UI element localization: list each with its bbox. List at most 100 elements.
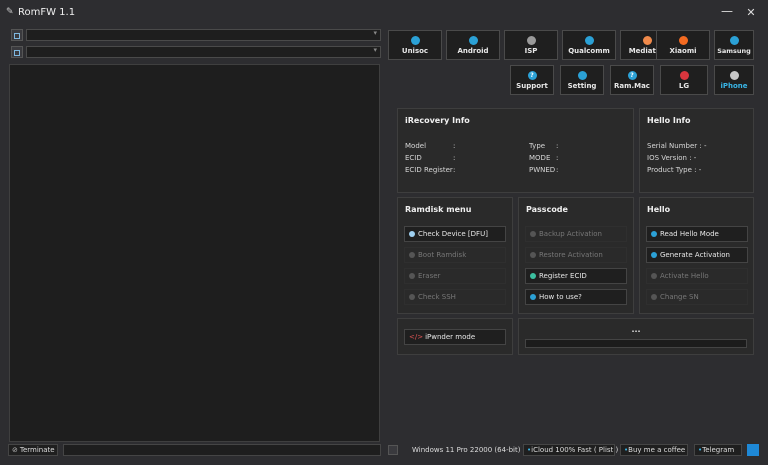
icloud-fast-link[interactable]: •iCloud 100% Fast ( Plist )	[523, 444, 619, 456]
ecid-register-label: ECID Register	[405, 166, 453, 174]
setting-icon	[577, 71, 587, 80]
read-icon	[651, 231, 657, 237]
tile-android[interactable]: Android	[446, 30, 500, 60]
port-select[interactable]: ▾	[26, 29, 381, 41]
tile-label: Unisoc	[401, 47, 429, 55]
hello-info-title: Hello Info	[647, 116, 691, 125]
restore-activation-button[interactable]: Restore Activation	[525, 247, 627, 263]
button-label: Check Device [DFU]	[418, 230, 488, 238]
tile-isp[interactable]: ISP	[504, 30, 558, 60]
button-label: Eraser	[418, 272, 441, 280]
link-label: Buy me a coffee	[628, 446, 686, 454]
button-label: Register ECID	[539, 272, 587, 280]
refresh-icon	[409, 252, 415, 258]
tile-ram-mac[interactable]: ? Ram.Mac	[610, 65, 654, 95]
tile-label: Setting	[567, 82, 597, 90]
apple-icon	[729, 71, 739, 80]
activate-hello-button[interactable]: Activate Hello	[646, 268, 748, 284]
ramdisk-menu-title: Ramdisk menu	[405, 205, 472, 214]
link-label: iCloud 100% Fast ( Plist )	[531, 446, 619, 454]
tile-iphone[interactable]: iPhone	[714, 65, 754, 95]
hello-title: Hello	[647, 205, 671, 214]
log-output[interactable]	[9, 64, 380, 442]
read-hello-mode-button[interactable]: Read Hello Mode	[646, 226, 748, 242]
tile-label: Android	[457, 47, 489, 55]
model-value: :	[453, 142, 456, 150]
combo2-refresh-button[interactable]	[11, 46, 23, 58]
irecovery-info-title: iRecovery Info	[405, 116, 470, 125]
tile-support[interactable]: ? Support	[510, 65, 554, 95]
button-label: How to use?	[539, 293, 582, 301]
ramdisk-menu-panel: Ramdisk menu Check Device [DFU] Boot Ram…	[397, 197, 513, 314]
os-info: Windows 11 Pro 22000 (64-bit)	[412, 446, 521, 454]
tile-unisoc[interactable]: Unisoc	[388, 30, 442, 60]
backup-icon	[530, 231, 536, 237]
register-icon	[530, 273, 536, 279]
tile-label: Ram.Mac	[614, 82, 650, 90]
lg-icon	[679, 71, 689, 80]
ecid-value: :	[453, 154, 456, 162]
mode-label: MODE	[529, 154, 551, 162]
button-label: Generate Activation	[660, 251, 730, 259]
accent-square-button[interactable]	[747, 444, 759, 456]
model-select[interactable]: ▾	[26, 46, 381, 58]
combo1-refresh-button[interactable]	[11, 29, 23, 41]
tile-samsung[interactable]: Samsung	[714, 30, 754, 60]
serial-number-row: Serial Number : -	[647, 142, 707, 150]
close-button[interactable]: ✕	[742, 4, 760, 22]
buy-me-a-coffee-link[interactable]: •Buy me a coffee	[620, 444, 688, 456]
unisoc-icon	[410, 36, 420, 45]
activate-icon	[651, 273, 657, 279]
tile-setting[interactable]: Setting	[560, 65, 604, 95]
generate-activation-button[interactable]: Generate Activation	[646, 247, 748, 263]
irecovery-info-panel: iRecovery Info Model : ECID : ECID Regis…	[397, 108, 634, 193]
tile-xiaomi[interactable]: Xiaomi	[656, 30, 710, 60]
register-ecid-button[interactable]: Register ECID	[525, 268, 627, 284]
check-ssh-button[interactable]: Check SSH	[404, 289, 506, 305]
android-icon	[468, 36, 478, 45]
check-device-dfu-button[interactable]: Check Device [DFU]	[404, 226, 506, 242]
tile-lg[interactable]: LG	[660, 65, 708, 95]
button-label: Activate Hello	[660, 272, 709, 280]
change-sn-button[interactable]: Change SN	[646, 289, 748, 305]
minimize-button[interactable]: —	[718, 4, 736, 22]
mode-value: :	[556, 154, 559, 162]
ipwnder-mode-button[interactable]: </> iPwnder mode	[404, 329, 506, 345]
title-bar	[0, 0, 768, 26]
type-value: :	[556, 142, 559, 150]
eraser-button[interactable]: Eraser	[404, 268, 506, 284]
progress-bar	[525, 339, 747, 348]
status-text-field	[63, 444, 381, 456]
restore-icon	[530, 252, 536, 258]
progress-panel: ...	[518, 318, 754, 355]
pwned-value: :	[556, 166, 559, 174]
how-to-use-button[interactable]: How to use?	[525, 289, 627, 305]
boot-ramdisk-button[interactable]: Boot Ramdisk	[404, 247, 506, 263]
hello-panel: Hello Read Hello Mode Generate Activatio…	[639, 197, 754, 314]
device-icon	[14, 33, 20, 39]
code-icon: </>	[409, 333, 424, 341]
tile-label: Qualcomm	[568, 47, 610, 55]
passcode-title: Passcode	[526, 205, 568, 214]
tile-qualcomm[interactable]: Qualcomm	[562, 30, 616, 60]
backup-activation-button[interactable]: Backup Activation	[525, 226, 627, 242]
terminate-button[interactable]: ⊘ Terminate	[8, 444, 58, 456]
tile-label: Support	[516, 82, 548, 90]
app-logo-icon: ✎	[6, 7, 14, 17]
ipwnder-panel: </> iPwnder mode	[397, 318, 513, 355]
button-label: Terminate	[19, 446, 55, 454]
stop-icon: ⊘	[12, 446, 18, 454]
passcode-panel: Passcode Backup Activation Restore Activ…	[518, 197, 634, 314]
type-label: Type	[529, 142, 546, 150]
generate-icon	[651, 252, 657, 258]
ecid-label: ECID	[405, 154, 422, 162]
chevron-down-icon: ▾	[373, 29, 377, 37]
button-label: Boot Ramdisk	[418, 251, 467, 259]
pwned-label: PWNED	[529, 166, 556, 174]
link-label: Telegram	[702, 446, 735, 454]
hello-info-panel: Hello Info Serial Number : - IOS Version…	[639, 108, 754, 193]
telegram-link[interactable]: •Telegram	[694, 444, 742, 456]
samsung-icon	[729, 36, 739, 45]
window-title: RomFW 1.1	[18, 7, 76, 18]
eraser-icon	[409, 273, 415, 279]
